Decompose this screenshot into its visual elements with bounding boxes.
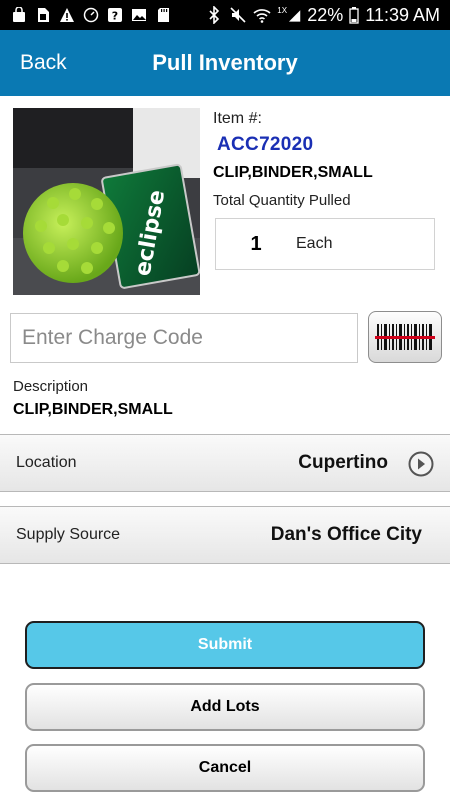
submit-button[interactable]: Submit: [25, 621, 425, 669]
cancel-button[interactable]: Cancel: [25, 744, 425, 792]
speed-icon: [82, 6, 100, 24]
chevron-right-icon: [408, 451, 434, 477]
item-photo: eclipse: [13, 108, 200, 295]
warning-icon: [58, 6, 76, 24]
status-right-icons: 1X 22% 11:39 AM: [205, 5, 440, 26]
battery-icon: [349, 6, 359, 24]
clock: 11:39 AM: [365, 4, 440, 25]
wifi-icon: [253, 6, 271, 24]
svg-text:?: ?: [112, 10, 118, 23]
signal-icon: 1X: [277, 6, 301, 24]
app-bar: Back Pull Inventory: [0, 30, 450, 96]
item-number: ACC72020: [217, 134, 314, 155]
quantity-field[interactable]: 1 Each: [215, 218, 435, 270]
total-quantity-label: Total Quantity Pulled: [213, 192, 351, 209]
item-name: CLIP,BINDER,SMALL: [213, 164, 373, 181]
quantity-unit: Each: [296, 235, 333, 252]
battery-percent: 22%: [307, 4, 344, 25]
supply-source-row: Supply Source Dan's Office City: [0, 506, 450, 564]
image-icon: [130, 6, 148, 24]
add-lots-button[interactable]: Add Lots: [25, 683, 425, 731]
back-button[interactable]: Back: [20, 30, 67, 96]
status-left-icons: ?: [10, 6, 172, 24]
network-type-label: 1X: [277, 6, 288, 15]
location-value: Cupertino: [298, 452, 388, 473]
description-value: CLIP,BINDER,SMALL: [13, 401, 173, 418]
sim-icon: [34, 6, 52, 24]
bluetooth-icon: [205, 6, 223, 24]
mute-icon: [229, 6, 247, 24]
quantity-value: 1: [250, 232, 262, 255]
page-title: Pull Inventory: [152, 50, 298, 75]
item-info: Item #: ACC72020 CLIP,BINDER,SMALL Total…: [213, 110, 438, 209]
barcode-scanner-icon: [375, 324, 435, 350]
charge-code-input[interactable]: [10, 313, 358, 363]
status-bar: ? 1X 22% 11:39 AM: [0, 0, 450, 30]
location-label: Location: [16, 454, 77, 471]
description-label: Description: [13, 378, 89, 395]
help-icon: ?: [106, 6, 124, 24]
item-number-label: Item #:: [213, 110, 262, 127]
bag-icon: [10, 6, 28, 24]
sd-card-icon: [154, 6, 172, 24]
supply-source-value: Dan's Office City: [270, 524, 422, 545]
supply-source-label: Supply Source: [16, 526, 121, 543]
barcode-scan-button[interactable]: [368, 311, 442, 363]
location-row[interactable]: Location Cupertino: [0, 434, 450, 492]
